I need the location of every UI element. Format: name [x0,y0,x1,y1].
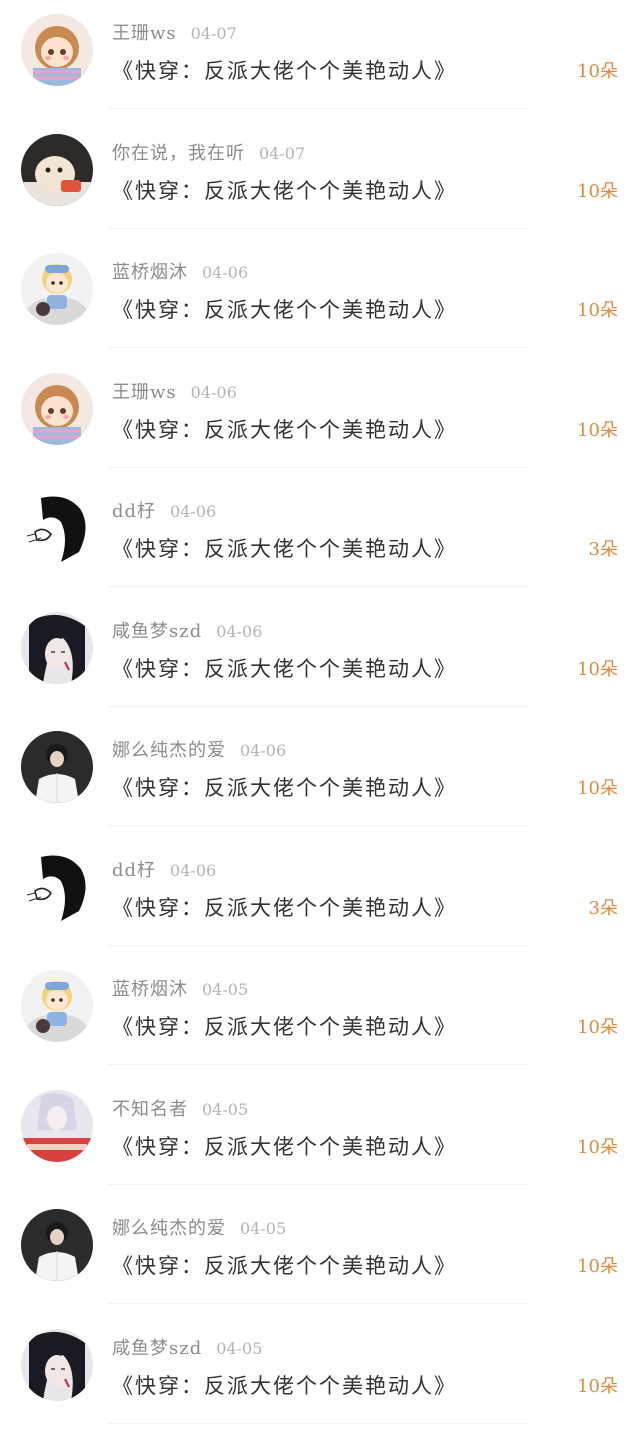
list-item[interactable]: 王珊ws 04-07 《快穿：反派大佬个个美艳动人》 10朵 [0,0,640,120]
book-title[interactable]: 《快穿：反派大佬个个美艳动人》 [112,295,457,325]
username[interactable]: 你在说，我在听 [112,143,245,164]
gift-amount: 10朵 [577,417,618,445]
item-meta: 不知名者 04-05 [112,1096,248,1124]
item-meta: 王珊ws 04-06 [112,379,237,407]
item-meta: 蓝桥烟沐 04-05 [112,976,248,1004]
avatar-white-shirt-icon[interactable] [21,731,93,803]
gift-amount: 10朵 [577,1014,618,1042]
divider [108,347,528,348]
book-title[interactable]: 《快穿：反派大佬个个美艳动人》 [112,1132,457,1162]
divider [108,467,528,468]
date: 04-05 [202,1100,248,1119]
list-item[interactable]: 不知名者 04-05 《快穿：反派大佬个个美艳动人》 10朵 [0,1076,640,1196]
avatar-plush-toy-icon[interactable] [21,134,93,206]
username[interactable]: dd杍 [112,860,156,881]
item-meta: 王珊ws 04-07 [112,20,237,48]
avatar-sketch-icon[interactable] [21,851,93,923]
date: 04-06 [202,263,248,282]
username[interactable]: 王珊ws [112,23,177,44]
book-title[interactable]: 《快穿：反派大佬个个美艳动人》 [112,56,457,86]
avatar-sketch-icon[interactable] [21,492,93,564]
avatar-book-cover-icon[interactable] [21,1090,93,1162]
item-meta: 娜么纯杰的爱 04-06 [112,737,286,765]
avatar-chibi-boy-icon[interactable] [21,253,93,325]
gift-amount: 10朵 [577,1134,618,1162]
divider [108,1064,528,1065]
book-title[interactable]: 《快穿：反派大佬个个美艳动人》 [112,654,457,684]
book-title[interactable]: 《快穿：反派大佬个个美艳动人》 [112,415,457,445]
gift-amount: 3朵 [589,536,618,564]
username[interactable]: dd杍 [112,501,156,522]
date: 04-07 [259,144,305,163]
divider [108,1184,528,1185]
book-title[interactable]: 《快穿：反派大佬个个美艳动人》 [112,176,457,206]
username[interactable]: 娜么纯杰的爱 [112,1218,226,1239]
gift-list: 王珊ws 04-07 《快穿：反派大佬个个美艳动人》 10朵 你在说，我在听 04-… [0,0,640,1420]
username[interactable]: 娜么纯杰的爱 [112,740,226,761]
divider [108,825,528,826]
username[interactable]: 不知名者 [112,1099,188,1120]
list-item[interactable]: dd杍 04-06 《快穿：反派大佬个个美艳动人》 3朵 [0,478,640,598]
item-meta: 咸鱼梦szd 04-05 [112,1335,262,1363]
gift-amount: 3朵 [589,895,618,923]
book-title[interactable]: 《快穿：反派大佬个个美艳动人》 [112,534,457,564]
list-item[interactable]: 娜么纯杰的爱 04-06 《快穿：反派大佬个个美艳动人》 10朵 [0,717,640,837]
list-item[interactable]: 蓝桥烟沐 04-05 《快穿：反派大佬个个美艳动人》 10朵 [0,956,640,1076]
item-meta: 你在说，我在听 04-07 [112,140,305,168]
divider [108,586,528,587]
gift-amount: 10朵 [577,58,618,86]
item-meta: dd杍 04-06 [112,498,216,526]
date: 04-06 [170,861,216,880]
date: 04-05 [240,1219,286,1238]
list-item[interactable]: 王珊ws 04-06 《快穿：反派大佬个个美艳动人》 10朵 [0,359,640,479]
date: 04-05 [216,1339,262,1358]
gift-amount: 10朵 [577,656,618,684]
username[interactable]: 咸鱼梦szd [112,621,202,642]
divider [108,706,528,707]
gift-amount: 10朵 [577,178,618,206]
gift-amount: 10朵 [577,1253,618,1281]
gift-amount: 10朵 [577,297,618,325]
divider [108,228,528,229]
book-title[interactable]: 《快穿：反派大佬个个美艳动人》 [112,1371,457,1401]
book-title[interactable]: 《快穿：反派大佬个个美艳动人》 [112,1251,457,1281]
avatar-dark-hair-icon[interactable] [21,1329,93,1401]
list-item[interactable]: 咸鱼梦szd 04-05 《快穿：反派大佬个个美艳动人》 10朵 [0,1315,640,1434]
username[interactable]: 蓝桥烟沐 [112,979,188,1000]
divider [108,1423,528,1424]
avatar-dark-hair-icon[interactable] [21,612,93,684]
username[interactable]: 蓝桥烟沐 [112,262,188,283]
book-title[interactable]: 《快穿：反派大佬个个美艳动人》 [112,773,457,803]
divider [108,108,528,109]
divider [108,1303,528,1304]
avatar-anime-girl-icon[interactable] [21,373,93,445]
date: 04-06 [240,741,286,760]
book-title[interactable]: 《快穿：反派大佬个个美艳动人》 [112,1012,457,1042]
item-meta: dd杍 04-06 [112,857,216,885]
avatar-anime-girl-icon[interactable] [21,14,93,86]
divider [108,945,528,946]
list-item[interactable]: 蓝桥烟沐 04-06 《快穿：反派大佬个个美艳动人》 10朵 [0,239,640,359]
list-item[interactable]: 咸鱼梦szd 04-06 《快穿：反派大佬个个美艳动人》 10朵 [0,598,640,718]
item-meta: 娜么纯杰的爱 04-05 [112,1215,286,1243]
list-item[interactable]: 你在说，我在听 04-07 《快穿：反派大佬个个美艳动人》 10朵 [0,120,640,240]
date: 04-06 [216,622,262,641]
username[interactable]: 咸鱼梦szd [112,1338,202,1359]
avatar-white-shirt-icon[interactable] [21,1209,93,1281]
avatar-chibi-boy-icon[interactable] [21,970,93,1042]
gift-amount: 10朵 [577,775,618,803]
list-item[interactable]: dd杍 04-06 《快穿：反派大佬个个美艳动人》 3朵 [0,837,640,957]
gift-amount: 10朵 [577,1373,618,1401]
date: 04-06 [191,383,237,402]
item-meta: 咸鱼梦szd 04-06 [112,618,262,646]
item-meta: 蓝桥烟沐 04-06 [112,259,248,287]
username[interactable]: 王珊ws [112,382,177,403]
book-title[interactable]: 《快穿：反派大佬个个美艳动人》 [112,893,457,923]
date: 04-05 [202,980,248,999]
date: 04-07 [191,24,237,43]
date: 04-06 [170,502,216,521]
list-item[interactable]: 娜么纯杰的爱 04-05 《快穿：反派大佬个个美艳动人》 10朵 [0,1195,640,1315]
